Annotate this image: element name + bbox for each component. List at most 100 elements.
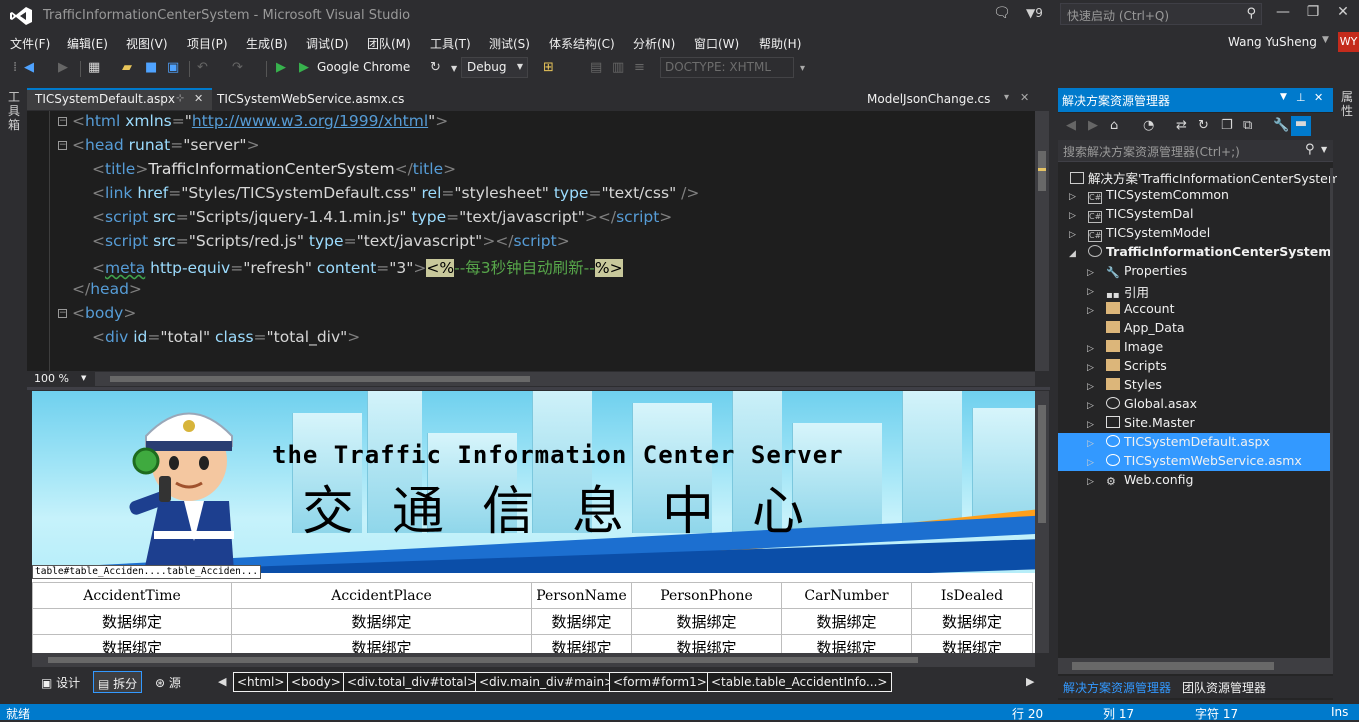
- tab-ticsystemdefault-aspx[interactable]: TICSystemDefault.aspx ⊹ ✕: [27, 88, 212, 110]
- pin-icon[interactable]: ⊥: [1296, 91, 1306, 104]
- user-name[interactable]: Wang YuSheng: [1228, 35, 1317, 49]
- expand-arrow-icon[interactable]: ▷: [1087, 439, 1094, 449]
- tab-modeljsonchange-cs[interactable]: ModelJsonChange.cs: [859, 88, 998, 110]
- tree-item-file[interactable]: Global.asax: [1106, 396, 1197, 415]
- run-icon[interactable]: ▶: [276, 60, 286, 75]
- breadcrumb-item[interactable]: <table.table_AccidentInfo...>: [707, 672, 892, 692]
- tab-list-icon[interactable]: ▾: [1004, 92, 1009, 103]
- code-line-3[interactable]: <title>TrafficInformationCenterSystem</t…: [92, 160, 456, 178]
- pin-icon[interactable]: ⊹: [176, 93, 184, 104]
- open-file-icon[interactable]: ▰: [122, 60, 132, 75]
- tree-item-file-selected[interactable]: TICSystemWebService.asmx: [1106, 453, 1302, 472]
- expand-arrow-icon[interactable]: ▷: [1087, 344, 1094, 354]
- menu-file[interactable]: 文件(F): [10, 35, 50, 52]
- back-icon[interactable]: ◀: [1066, 118, 1076, 133]
- selection-tag-label[interactable]: table#table_Acciden....table_Acciden...: [32, 565, 262, 579]
- menu-team[interactable]: 团队(M): [367, 35, 411, 52]
- column-header[interactable]: AccidentPlace: [231, 582, 532, 609]
- split-divider[interactable]: [27, 387, 1050, 390]
- solution-explorer-search[interactable]: 搜索解决方案资源管理器(Ctrl+;) ⚲ ▼: [1058, 140, 1333, 162]
- minimize-button[interactable]: —: [1270, 4, 1296, 24]
- new-project-icon[interactable]: ▦: [88, 60, 100, 75]
- preview-icon[interactable]: ▬: [1291, 116, 1311, 136]
- toolbox-tab[interactable]: 工具箱: [8, 90, 22, 132]
- token[interactable]: http://www.w3.org/1999/xhtml: [192, 112, 428, 130]
- expand-arrow-icon[interactable]: ▷: [1069, 192, 1076, 202]
- close-icon[interactable]: ✕: [194, 92, 203, 105]
- scroll-thumb[interactable]: [1038, 151, 1046, 191]
- collapse-all-icon[interactable]: ❐: [1221, 118, 1233, 133]
- expand-arrow-icon[interactable]: ▷: [1087, 382, 1094, 392]
- table-cell[interactable]: 数据绑定: [911, 608, 1033, 635]
- menu-test[interactable]: 测试(S): [489, 35, 530, 52]
- forward-icon[interactable]: ▶: [58, 60, 68, 75]
- menu-build[interactable]: 生成(B): [246, 35, 288, 52]
- expand-arrow-icon[interactable]: ▷: [1087, 458, 1094, 468]
- accident-info-table[interactable]: AccidentTime AccidentPlace PersonName Pe…: [32, 582, 1033, 653]
- tab-solution-explorer[interactable]: 解决方案资源管理器: [1063, 679, 1171, 696]
- menu-tools[interactable]: 工具(T): [430, 35, 471, 52]
- home-icon[interactable]: ⌂: [1110, 118, 1118, 133]
- redo-icon[interactable]: ↷: [232, 60, 243, 75]
- table-cell[interactable]: 数据绑定: [631, 634, 782, 653]
- expand-arrow-icon[interactable]: ▷: [1087, 287, 1094, 297]
- quick-launch-input[interactable]: 快速启动 (Ctrl+Q) ⚲: [1060, 3, 1262, 25]
- breadcrumb-item[interactable]: <body>: [287, 672, 345, 692]
- table-cell[interactable]: 数据绑定: [781, 634, 912, 653]
- scroll-thumb[interactable]: [1038, 405, 1046, 523]
- scroll-thumb[interactable]: [110, 376, 530, 382]
- restore-button[interactable]: ❐: [1300, 4, 1326, 24]
- column-header[interactable]: AccidentTime: [32, 582, 232, 609]
- properties-icon[interactable]: 🔧: [1273, 118, 1289, 133]
- sync-icon[interactable]: ◔: [1143, 118, 1154, 133]
- split-view-button[interactable]: ▤ 拆分: [93, 671, 143, 693]
- expand-arrow-icon[interactable]: ▷: [1087, 306, 1094, 316]
- menu-analyze[interactable]: 分析(N): [633, 35, 675, 52]
- fold-toggle-icon[interactable]: −: [58, 117, 67, 126]
- properties-tab[interactable]: 属性: [1341, 90, 1355, 118]
- table-cell[interactable]: 数据绑定: [231, 608, 532, 635]
- switch-views-icon[interactable]: ⇄: [1176, 118, 1187, 133]
- fold-toggle-icon[interactable]: −: [58, 309, 67, 318]
- tree-vertical-scrollbar[interactable]: [1330, 168, 1333, 658]
- tree-item-properties[interactable]: 🔧 Properties: [1106, 263, 1187, 282]
- close-icon[interactable]: ✕: [1020, 91, 1029, 104]
- menu-project[interactable]: 项目(P): [187, 35, 228, 52]
- design-view-button[interactable]: ▣ 设计: [37, 671, 84, 693]
- editor-vertical-scrollbar[interactable]: [1035, 111, 1049, 371]
- comment-icon[interactable]: ▤: [590, 60, 602, 75]
- feedback-icon[interactable]: 🗨: [993, 5, 1011, 21]
- scroll-thumb[interactable]: [48, 657, 918, 663]
- expand-arrow-icon[interactable]: ▷: [1087, 363, 1094, 373]
- properties-strip[interactable]: [1337, 85, 1359, 705]
- tree-item-folder[interactable]: Styles: [1106, 377, 1162, 396]
- avatar[interactable]: WY: [1338, 32, 1359, 52]
- tree-item-folder[interactable]: App_Data: [1106, 320, 1185, 339]
- undo-icon[interactable]: ↶: [197, 60, 208, 75]
- refresh-icon[interactable]: ↻: [430, 60, 441, 75]
- expand-arrow-icon[interactable]: ▷: [1087, 477, 1094, 487]
- table-cell[interactable]: 数据绑定: [32, 634, 232, 653]
- tree-item-file-selected[interactable]: TICSystemDefault.aspx: [1106, 434, 1270, 453]
- scroll-thumb[interactable]: [1072, 662, 1274, 670]
- fold-toggle-icon[interactable]: −: [58, 141, 67, 150]
- uncomment-icon[interactable]: ▥: [612, 60, 624, 75]
- tree-item-folder[interactable]: Image: [1106, 339, 1163, 358]
- table-cell[interactable]: 数据绑定: [531, 634, 632, 653]
- code-line-10[interactable]: <div id="total" class="total_div">: [92, 328, 360, 346]
- chevron-down-icon[interactable]: ▼: [1280, 92, 1287, 102]
- code-line-5[interactable]: <script src="Scripts/jquery-1.4.1.min.js…: [92, 208, 672, 226]
- refresh-icon[interactable]: ↻: [1198, 118, 1209, 133]
- menu-window[interactable]: 窗口(W): [694, 35, 739, 52]
- toolbar-overflow-icon[interactable]: ▾: [800, 63, 805, 74]
- configuration-dropdown[interactable]: Debug ▼: [461, 57, 528, 78]
- find-in-files-icon[interactable]: ⊞: [543, 60, 554, 75]
- forward-icon[interactable]: ▶: [1088, 118, 1098, 133]
- tree-item-folder[interactable]: Account: [1106, 301, 1174, 320]
- breadcrumb-back-icon[interactable]: ◀: [218, 675, 226, 688]
- breadcrumb-item[interactable]: <html>: [233, 672, 289, 692]
- code-line-7[interactable]: <meta http-equiv="refresh" content="3"><…: [92, 256, 623, 278]
- show-all-files-icon[interactable]: ⧉: [1243, 118, 1252, 133]
- zoom-dropdown[interactable]: 100 % ▼: [31, 372, 93, 386]
- start-debug-icon[interactable]: ▶: [299, 60, 309, 75]
